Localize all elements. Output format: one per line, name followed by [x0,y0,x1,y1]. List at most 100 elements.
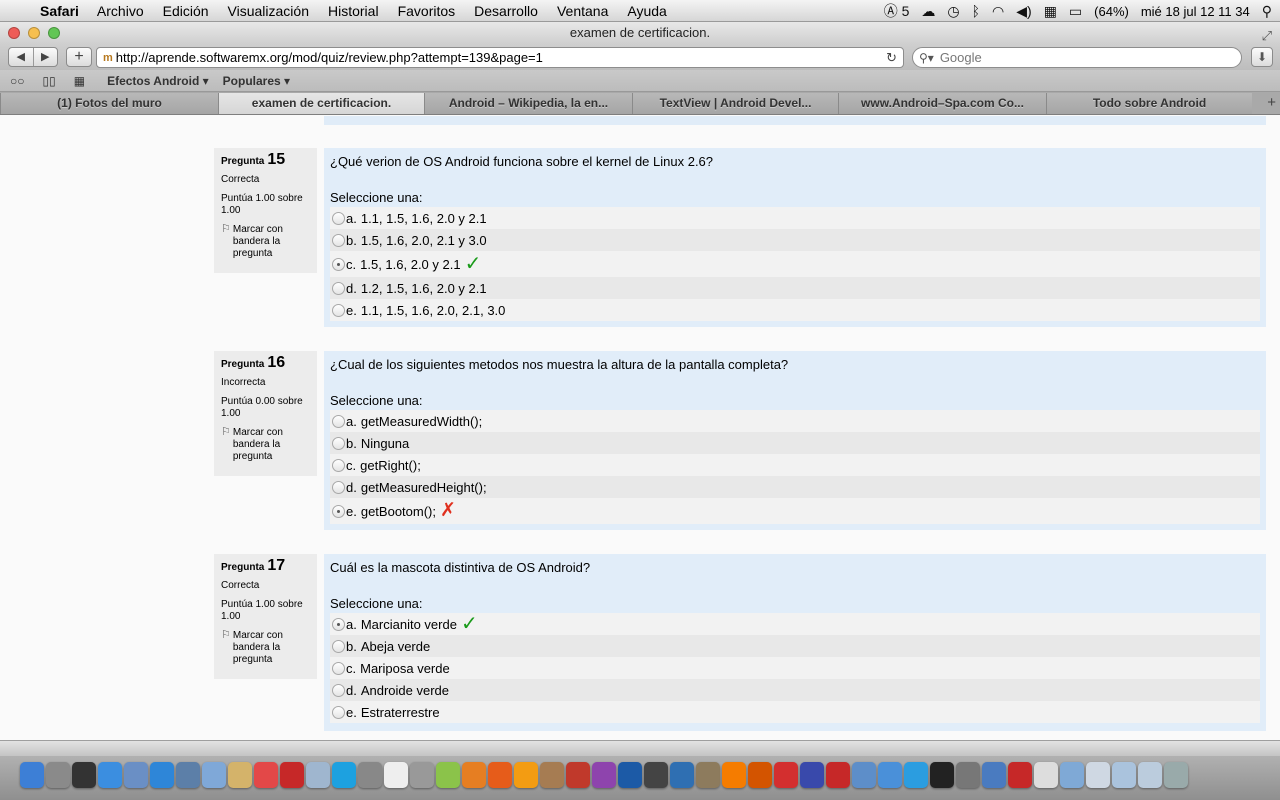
preview-icon[interactable] [124,762,148,788]
adobe-updates-icon[interactable]: Ⓐ 5 [884,1,910,21]
unity-icon[interactable] [644,762,668,788]
star-icon[interactable] [826,762,850,788]
activity-icon[interactable] [852,762,876,788]
twitter-icon[interactable] [904,762,928,788]
menu-archivo[interactable]: Archivo [97,3,144,19]
blender-icon[interactable] [462,762,486,788]
pencil-icon[interactable] [982,762,1006,788]
volume-icon[interactable]: ◀) [1016,3,1031,20]
menu-ventana[interactable]: Ventana [557,3,608,19]
folder2-icon[interactable] [1112,762,1136,788]
tab-android-wikipedia[interactable]: Android – Wikipedia, la en... [424,93,632,114]
answer-option-selected[interactable]: a. Marcianito verde ✓ [330,613,1260,635]
radio-button-checked[interactable] [332,504,345,518]
add-bookmark-button[interactable]: + [66,47,92,67]
menu-app-name[interactable]: Safari [40,3,79,19]
minimize-window-button[interactable] [28,27,40,39]
menu-desarrollo[interactable]: Desarrollo [474,3,538,19]
gimp-icon[interactable] [696,762,720,788]
answer-option[interactable]: a. 1.1, 1.5, 1.6, 2.0 y 2.1 [330,207,1260,229]
keyboard-icon[interactable]: ▦ [1044,3,1057,20]
radio-button[interactable] [332,233,345,247]
radio-button[interactable] [332,281,345,295]
cloud-icon[interactable]: ☁ [921,3,935,20]
skype-icon[interactable] [332,762,356,788]
answer-option[interactable]: c. Mariposa verde [330,657,1260,679]
new-tab-button[interactable]: + [1267,94,1276,111]
time-machine-icon[interactable]: ◷ [947,3,959,20]
bookmarks-book-icon[interactable]: ▯▯ [43,74,56,88]
downloads-icon[interactable] [1138,762,1162,788]
radio-button[interactable] [332,303,345,317]
answer-option[interactable]: b. 1.5, 1.6, 2.0, 2.1 y 3.0 [330,229,1260,251]
radio-button[interactable] [332,683,345,697]
radio-button[interactable] [332,414,345,428]
answer-option[interactable]: a. getMeasuredWidth(); [330,410,1260,432]
character-icon[interactable] [540,762,564,788]
back-button[interactable]: ◀ [9,48,34,66]
itunes-icon[interactable] [878,762,902,788]
stamp-icon[interactable] [566,762,590,788]
illustrator-icon[interactable] [514,762,538,788]
angrybird-icon[interactable] [774,762,798,788]
globe-icon[interactable] [800,762,824,788]
zoom-window-button[interactable] [48,27,60,39]
menu-ayuda[interactable]: Ayuda [627,3,666,19]
firefox-icon[interactable] [488,762,512,788]
mail-icon[interactable] [202,762,226,788]
clock[interactable]: mié 18 jul 12 11 34 [1141,4,1250,19]
folder-icon[interactable] [1060,762,1084,788]
mail2-icon[interactable] [1086,762,1110,788]
answer-option[interactable]: d. Androide verde [330,679,1260,701]
tab-examen-certificacion[interactable]: examen de certificacion. [218,93,424,114]
battery-icon[interactable]: ▭ [1069,3,1082,20]
search-field[interactable]: ⚲▾ Google [912,47,1242,68]
tab-fotos-muro[interactable]: (1) Fotos del muro [0,93,218,114]
box-icon[interactable] [306,762,330,788]
flag-question-link[interactable]: ⚐ Marcar con bandera la pregunta [221,224,311,260]
menu-historial[interactable]: Historial [328,3,379,19]
flag-question-link[interactable]: ⚐ Marcar con bandera la pregunta [221,427,311,463]
menu-edicion[interactable]: Edición [163,3,209,19]
reload-icon[interactable]: ↻ [886,50,897,66]
flag-question-link[interactable]: ⚐ Marcar con bandera la pregunta [221,630,311,666]
answer-option[interactable]: d. getMeasuredHeight(); [330,476,1260,498]
answer-option[interactable]: d. 1.2, 1.5, 1.6, 2.0 y 2.1 [330,277,1260,299]
flash-icon[interactable] [1008,762,1032,788]
answer-option-selected[interactable]: c. 1.5, 1.6, 2.0 y 2.1 ✓ [330,251,1260,277]
tab-textview[interactable]: TextView | Android Devel... [632,93,838,114]
utility-icon[interactable] [358,762,382,788]
reading-list-icon[interactable]: ○○ [10,74,25,88]
answer-option-selected[interactable]: e. getBootom(); ✗ [330,498,1260,524]
radio-button[interactable] [332,480,345,494]
forward-button[interactable]: ▶ [34,48,58,66]
photo-icon[interactable] [410,762,434,788]
radio-button[interactable] [332,458,345,472]
radio-button[interactable] [332,211,345,225]
textedit-icon[interactable] [384,762,408,788]
appstore-icon[interactable] [98,762,122,788]
radio-button-checked[interactable] [332,257,345,271]
safari-icon[interactable] [150,762,174,788]
android-icon[interactable] [436,762,460,788]
answer-option[interactable]: e. 1.1, 1.5, 1.6, 2.0, 2.1, 3.0 [330,299,1260,321]
xcode-icon[interactable] [176,762,200,788]
radio-button[interactable] [332,705,345,719]
vlc-icon[interactable] [722,762,746,788]
menu-favoritos[interactable]: Favoritos [398,3,456,19]
launchpad-icon[interactable] [46,762,70,788]
radio-button[interactable] [332,661,345,675]
notes-icon[interactable] [228,762,252,788]
radio-button-checked[interactable] [332,617,345,631]
dashboard-icon[interactable] [72,762,96,788]
document-icon[interactable] [1034,762,1058,788]
downloads-button[interactable]: ⬇ [1251,47,1273,67]
system-prefs-icon[interactable] [956,762,980,788]
answer-option[interactable]: b. Ninguna [330,432,1260,454]
answer-option[interactable]: c. getRight(); [330,454,1260,476]
spotlight-icon[interactable]: ⚲ [1262,3,1272,20]
bookmark-efectos-android[interactable]: Efectos Android ▾ [107,74,209,88]
wifi-icon[interactable]: ◠ [992,3,1004,20]
terminal-icon[interactable] [930,762,954,788]
bookmark-populares[interactable]: Populares ▾ [223,74,290,88]
